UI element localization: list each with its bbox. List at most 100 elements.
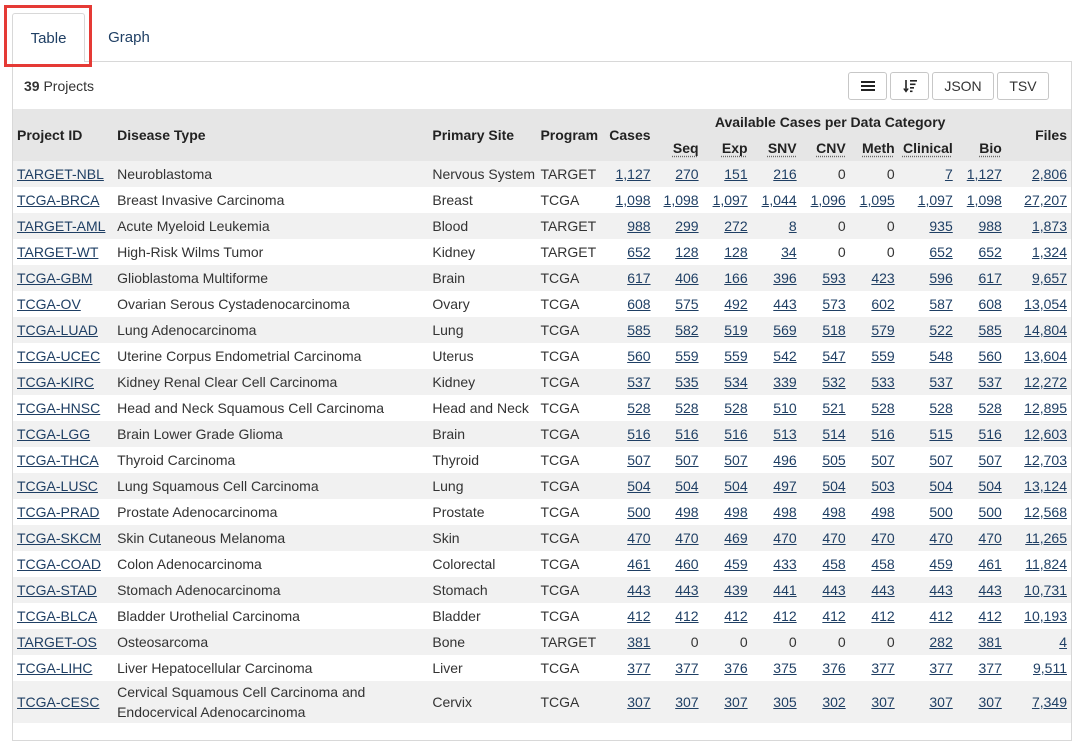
exp-link[interactable]: 412 [724, 608, 747, 624]
cnv-link[interactable]: 573 [822, 296, 845, 312]
project-id-cell[interactable]: TCGA-LGG [13, 421, 114, 447]
project-id-link[interactable]: TCGA-SKCM [17, 530, 101, 546]
exp-link[interactable]: 272 [724, 218, 747, 234]
seq-link[interactable]: 498 [675, 504, 698, 520]
cases-cell[interactable]: 504 [602, 473, 655, 499]
bio-cell[interactable]: 470 [956, 525, 1006, 551]
clinical-link[interactable]: 470 [929, 530, 952, 546]
cases-cell[interactable]: 461 [602, 551, 655, 577]
files-cell[interactable]: 1,324 [1005, 239, 1071, 265]
meth-link[interactable]: 470 [871, 530, 894, 546]
files-link[interactable]: 10,193 [1024, 608, 1067, 624]
clinical-cell[interactable]: 596 [898, 265, 957, 291]
clinical-cell[interactable]: 507 [898, 447, 957, 473]
exp-cell[interactable]: 151 [702, 161, 752, 187]
clinical-link[interactable]: 537 [929, 374, 952, 390]
snv-link[interactable]: 433 [773, 556, 796, 572]
exp-cell[interactable]: 519 [702, 317, 752, 343]
project-id-cell[interactable]: TCGA-CESC [13, 681, 114, 723]
seq-cell[interactable]: 575 [654, 291, 703, 317]
seq-link[interactable]: 582 [675, 322, 698, 338]
bio-cell[interactable]: 307 [956, 681, 1006, 723]
seq-link[interactable]: 377 [675, 660, 698, 676]
col-exp[interactable]: Exp [702, 135, 752, 161]
snv-link[interactable]: 1,044 [762, 192, 797, 208]
snv-link[interactable]: 569 [773, 322, 796, 338]
project-id-cell[interactable]: TARGET-OS [13, 629, 114, 655]
project-id-cell[interactable]: TARGET-WT [13, 239, 114, 265]
clinical-cell[interactable]: 587 [898, 291, 957, 317]
project-id-cell[interactable]: TCGA-STAD [13, 577, 114, 603]
sort-button[interactable] [890, 72, 929, 100]
files-cell[interactable]: 9,511 [1005, 655, 1071, 681]
snv-link[interactable]: 412 [773, 608, 796, 624]
bio-link[interactable]: 516 [978, 426, 1001, 442]
files-cell[interactable]: 11,824 [1005, 551, 1071, 577]
files-cell[interactable]: 4 [1005, 629, 1071, 655]
snv-cell[interactable]: 497 [751, 473, 801, 499]
files-cell[interactable]: 1,873 [1005, 213, 1071, 239]
clinical-link[interactable]: 596 [929, 270, 952, 286]
exp-cell[interactable]: 412 [702, 603, 752, 629]
snv-link[interactable]: 305 [773, 694, 796, 710]
project-id-link[interactable]: TCGA-UCEC [17, 348, 100, 364]
bio-link[interactable]: 470 [978, 530, 1001, 546]
clinical-cell[interactable]: 537 [898, 369, 957, 395]
meth-cell[interactable]: 559 [849, 343, 899, 369]
files-cell[interactable]: 12,568 [1005, 499, 1071, 525]
seq-link[interactable]: 575 [675, 296, 698, 312]
clinical-link[interactable]: 443 [929, 582, 952, 598]
snv-cell[interactable]: 412 [751, 603, 801, 629]
seq-link[interactable]: 412 [675, 608, 698, 624]
clinical-cell[interactable]: 652 [898, 239, 957, 265]
seq-cell[interactable]: 582 [654, 317, 703, 343]
cnv-cell[interactable]: 498 [800, 499, 850, 525]
bio-cell[interactable]: 412 [956, 603, 1006, 629]
snv-cell[interactable]: 339 [751, 369, 801, 395]
cnv-link[interactable]: 532 [822, 374, 845, 390]
seq-cell[interactable]: 377 [654, 655, 703, 681]
files-link[interactable]: 1,324 [1032, 244, 1067, 260]
files-cell[interactable]: 11,265 [1005, 525, 1071, 551]
cases-cell[interactable]: 560 [602, 343, 655, 369]
files-cell[interactable]: 10,731 [1005, 577, 1071, 603]
cases-link[interactable]: 443 [627, 582, 650, 598]
files-cell[interactable]: 13,054 [1005, 291, 1071, 317]
cases-link[interactable]: 516 [627, 426, 650, 442]
exp-cell[interactable]: 504 [702, 473, 752, 499]
cnv-link[interactable]: 518 [822, 322, 845, 338]
snv-cell[interactable]: 441 [751, 577, 801, 603]
cases-cell[interactable]: 585 [602, 317, 655, 343]
clinical-link[interactable]: 307 [929, 694, 952, 710]
project-id-link[interactable]: TCGA-STAD [17, 582, 97, 598]
clinical-cell[interactable]: 522 [898, 317, 957, 343]
project-id-cell[interactable]: TCGA-COAD [13, 551, 114, 577]
bio-cell[interactable]: 500 [956, 499, 1006, 525]
project-id-cell[interactable]: TCGA-SKCM [13, 525, 114, 551]
project-id-link[interactable]: TCGA-THCA [17, 452, 99, 468]
bio-link[interactable]: 608 [978, 296, 1001, 312]
seq-cell[interactable]: 516 [654, 421, 703, 447]
clinical-link[interactable]: 522 [929, 322, 952, 338]
files-link[interactable]: 1,873 [1032, 218, 1067, 234]
meth-link[interactable]: 579 [871, 322, 894, 338]
files-cell[interactable]: 13,604 [1005, 343, 1071, 369]
col-clinical[interactable]: Clinical [898, 135, 957, 161]
project-id-link[interactable]: TCGA-BLCA [17, 608, 97, 624]
clinical-cell[interactable]: 515 [898, 421, 957, 447]
bio-link[interactable]: 500 [978, 504, 1001, 520]
meth-link[interactable]: 507 [871, 452, 894, 468]
snv-link[interactable]: 339 [773, 374, 796, 390]
meth-link[interactable]: 443 [871, 582, 894, 598]
clinical-cell[interactable]: 935 [898, 213, 957, 239]
snv-link[interactable]: 498 [773, 504, 796, 520]
cnv-cell[interactable]: 302 [800, 681, 850, 723]
bio-link[interactable]: 585 [978, 322, 1001, 338]
exp-link[interactable]: 528 [724, 400, 747, 416]
meth-cell[interactable]: 307 [849, 681, 899, 723]
files-cell[interactable]: 12,603 [1005, 421, 1071, 447]
cases-link[interactable]: 381 [627, 634, 650, 650]
project-id-link[interactable]: TARGET-WT [17, 244, 98, 260]
cases-cell[interactable]: 1,127 [602, 161, 655, 187]
clinical-link[interactable]: 507 [929, 452, 952, 468]
